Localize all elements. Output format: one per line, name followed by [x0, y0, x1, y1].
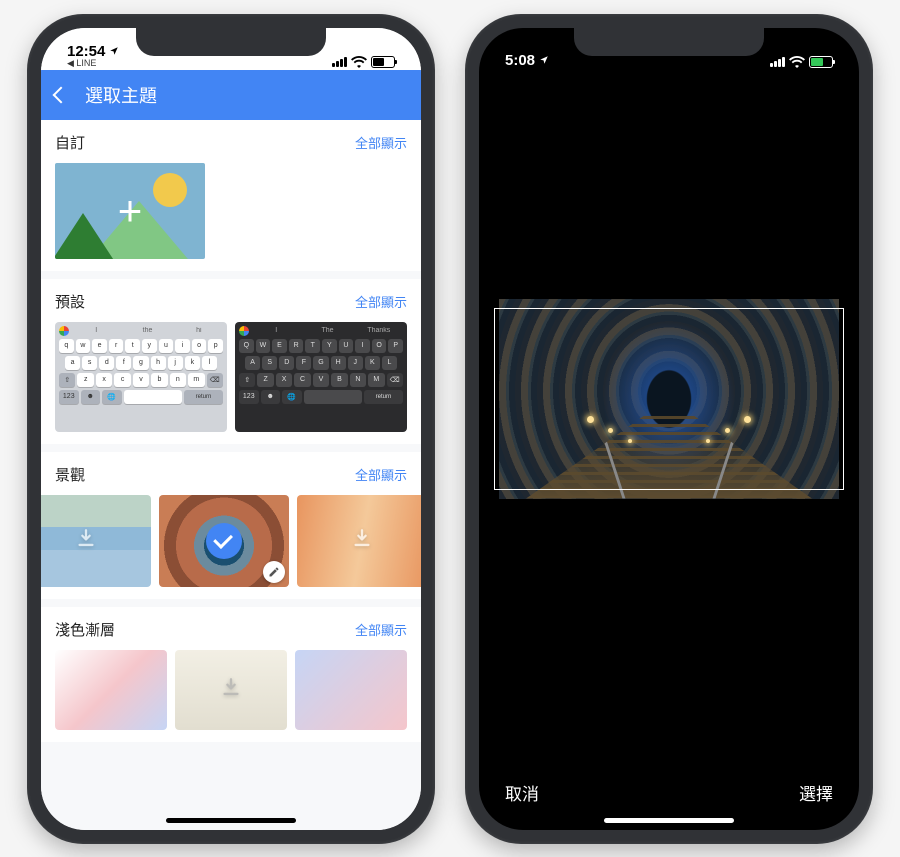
check-icon — [206, 523, 242, 559]
select-button[interactable]: 選擇 — [799, 780, 833, 805]
content: 自訂 全部顯示 + 預設 全部顯示 I t — [41, 120, 421, 830]
section-landscape: 景觀 全部顯示 — [41, 452, 421, 599]
section-gradient: 淺色漸層 全部顯示 — [41, 607, 421, 742]
back-icon[interactable] — [53, 86, 70, 103]
crop-frame[interactable] — [494, 308, 844, 490]
cell-signal-icon — [332, 57, 347, 67]
show-all-preset[interactable]: 全部顯示 — [355, 292, 407, 311]
show-all-gradient[interactable]: 全部顯示 — [355, 620, 407, 639]
preset-keyboard-dark[interactable]: I The Thanks QWERTYUIOP ASDFGHJKL ⇧ZXCVB… — [235, 322, 407, 432]
preset-keyboard-light[interactable]: I the hi qwertyuiop asdfghjkl ⇧zxcvbnm⌫ … — [55, 322, 227, 432]
download-icon — [220, 676, 242, 703]
landscape-theme-1[interactable] — [41, 495, 151, 587]
download-icon — [351, 527, 373, 554]
gradient-theme-2[interactable] — [175, 650, 287, 730]
section-title-gradient: 淺色漸層 — [55, 619, 115, 640]
section-preset: 預設 全部顯示 I the hi qwertyuiop asdfghjkl ⇧z… — [41, 279, 421, 444]
landscape-theme-2-selected[interactable] — [159, 495, 289, 587]
battery-icon — [371, 56, 395, 68]
phone-left: 12:54 ◀ LINE 選取主題 自訂 — [27, 14, 435, 844]
image-crop-view[interactable] — [479, 28, 859, 770]
landscape-theme-3[interactable] — [297, 495, 421, 587]
gradient-theme-1[interactable] — [55, 650, 167, 730]
section-custom: 自訂 全部顯示 + — [41, 120, 421, 271]
download-icon — [75, 527, 97, 554]
phone-right: 5:08 取消 選擇 — [465, 14, 873, 844]
edit-icon[interactable] — [263, 561, 285, 583]
status-time: 12:54 — [67, 44, 105, 59]
screen-right: 5:08 取消 選擇 — [479, 28, 859, 830]
notch — [136, 28, 326, 56]
wifi-icon — [351, 56, 367, 68]
cancel-button[interactable]: 取消 — [505, 780, 539, 805]
google-icon — [59, 326, 69, 336]
section-title-custom: 自訂 — [55, 132, 85, 153]
plus-icon: + — [55, 163, 205, 259]
add-custom-theme[interactable]: + — [55, 163, 205, 259]
status-return-app[interactable]: ◀ LINE — [67, 59, 119, 68]
nav-header: 選取主題 — [41, 70, 421, 120]
gradient-theme-3[interactable] — [295, 650, 407, 730]
home-indicator[interactable] — [166, 818, 296, 823]
screen-left: 12:54 ◀ LINE 選取主題 自訂 — [41, 28, 421, 830]
notch — [574, 28, 764, 56]
home-indicator[interactable] — [604, 818, 734, 823]
show-all-custom[interactable]: 全部顯示 — [355, 133, 407, 152]
section-title-preset: 預設 — [55, 291, 85, 312]
google-icon — [239, 326, 249, 336]
page-title: 選取主題 — [85, 82, 157, 108]
show-all-landscape[interactable]: 全部顯示 — [355, 465, 407, 484]
location-icon — [109, 44, 119, 59]
section-title-landscape: 景觀 — [55, 464, 85, 485]
